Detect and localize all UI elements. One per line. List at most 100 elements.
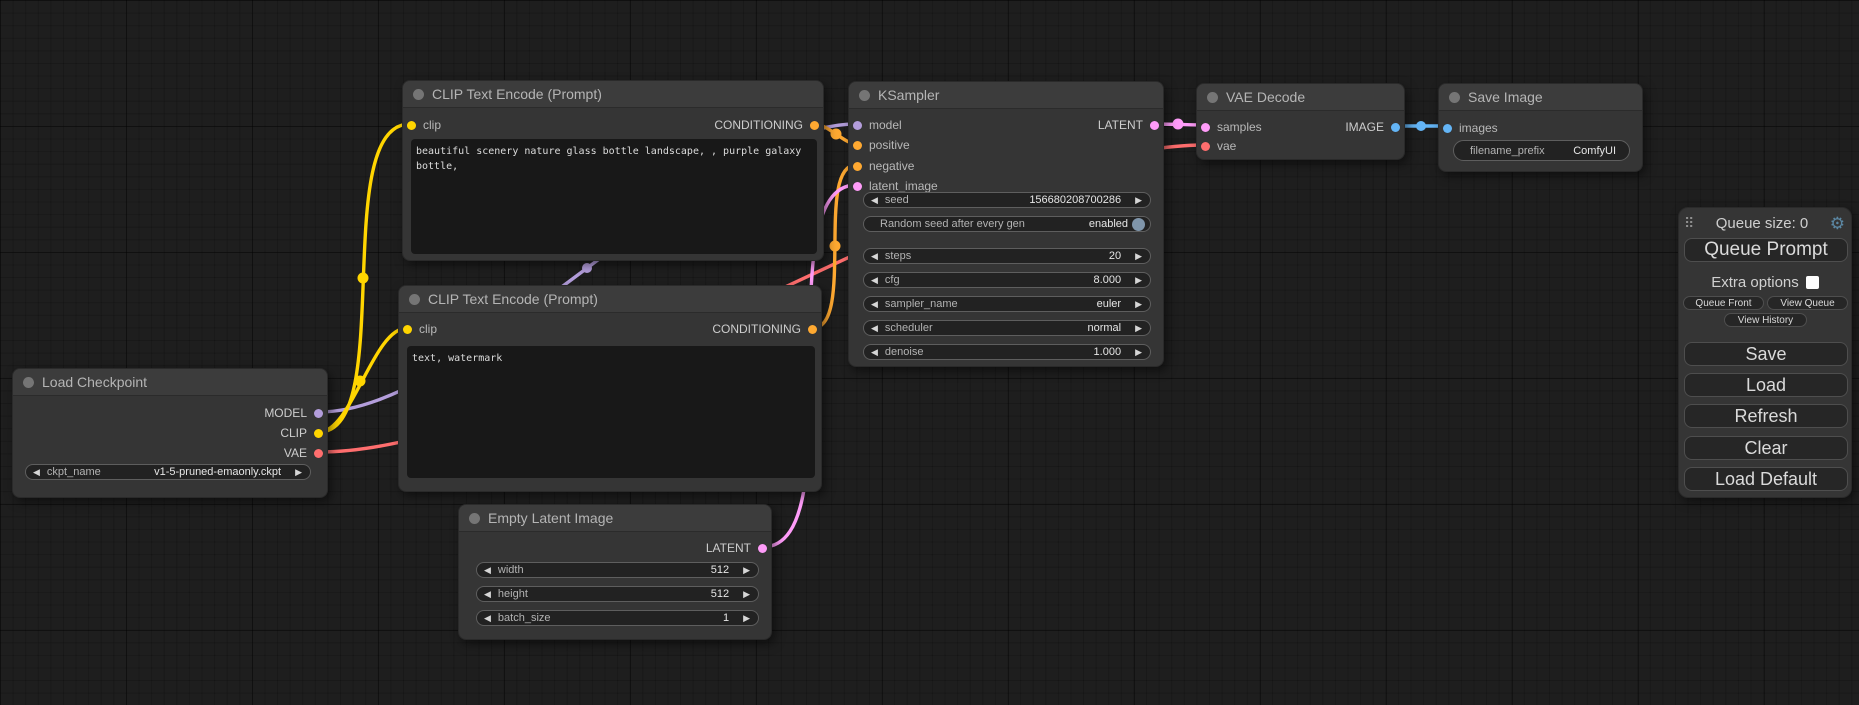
toggle-circle-icon[interactable] <box>1132 218 1145 231</box>
vae-port-icon[interactable] <box>314 449 323 458</box>
queue-front-button[interactable]: Queue Front <box>1683 296 1764 310</box>
increment-arrow-icon[interactable]: ▶ <box>1128 252 1150 261</box>
node-load-checkpoint[interactable]: Load Checkpoint MODEL CLIP VAE ◀ ckpt_na… <box>12 368 328 498</box>
latent-port-icon[interactable] <box>853 182 862 191</box>
model-port-icon[interactable] <box>314 409 323 418</box>
decrement-arrow-icon[interactable]: ◀ <box>864 324 885 333</box>
decrement-arrow-icon[interactable]: ◀ <box>864 300 885 309</box>
decrement-arrow-icon[interactable]: ◀ <box>477 566 498 575</box>
input-port-negative[interactable]: negative <box>853 159 914 173</box>
node-title-bar[interactable]: Load Checkpoint <box>13 369 327 396</box>
input-port-images[interactable]: images <box>1443 121 1498 135</box>
node-title-bar[interactable]: Save Image <box>1439 84 1642 111</box>
collapse-dot-icon[interactable] <box>1449 92 1460 103</box>
collapse-dot-icon[interactable] <box>23 377 34 388</box>
node-save-image[interactable]: Save Image images filename_prefix ComfyU… <box>1438 83 1643 172</box>
image-port-icon[interactable] <box>1391 123 1400 132</box>
decrement-arrow-icon[interactable]: ◀ <box>864 348 885 357</box>
collapse-dot-icon[interactable] <box>413 89 424 100</box>
gear-icon[interactable]: ⚙ <box>1830 215 1845 232</box>
filename-prefix-widget[interactable]: filename_prefix ComfyUI <box>1453 140 1630 161</box>
sampler-name-widget[interactable]: ◀ sampler_name euler ▶ <box>863 296 1151 312</box>
input-port-samples[interactable]: samples <box>1201 120 1262 134</box>
increment-arrow-icon[interactable]: ▶ <box>1128 300 1150 309</box>
input-port-latent-image[interactable]: latent_image <box>853 179 938 193</box>
increment-arrow-icon[interactable]: ▶ <box>288 468 310 477</box>
output-port-conditioning[interactable]: CONDITIONING <box>714 118 819 132</box>
cfg-widget[interactable]: ◀ cfg 8.000 ▶ <box>863 272 1151 288</box>
negative-prompt-textarea[interactable]: text, watermark <box>407 346 815 478</box>
ckpt-name-widget[interactable]: ◀ ckpt_name v1-5-pruned-emaonly.ckpt ▶ <box>25 464 311 480</box>
node-title-bar[interactable]: VAE Decode <box>1197 84 1404 111</box>
output-port-model[interactable]: MODEL <box>264 406 323 420</box>
node-clip-text-encode-negative[interactable]: CLIP Text Encode (Prompt) clip CONDITION… <box>398 285 822 492</box>
decrement-arrow-icon[interactable]: ◀ <box>864 276 885 285</box>
conditioning-port-icon[interactable] <box>808 325 817 334</box>
input-port-positive[interactable]: positive <box>853 138 910 152</box>
node-title-bar[interactable]: CLIP Text Encode (Prompt) <box>403 81 823 108</box>
decrement-arrow-icon[interactable]: ◀ <box>864 196 885 205</box>
decrement-arrow-icon[interactable]: ◀ <box>477 614 498 623</box>
width-widget[interactable]: ◀ width 512 ▶ <box>476 562 759 578</box>
save-button[interactable]: Save <box>1684 342 1848 366</box>
input-port-clip[interactable]: clip <box>403 322 437 336</box>
node-ksampler[interactable]: KSampler model positive negative latent_… <box>848 81 1164 367</box>
steps-widget[interactable]: ◀ steps 20 ▶ <box>863 248 1151 264</box>
node-vae-decode[interactable]: VAE Decode samples vae IMAGE <box>1196 83 1405 160</box>
output-port-image[interactable]: IMAGE <box>1345 120 1400 134</box>
random-seed-toggle-widget[interactable]: Random seed after every gen enabled <box>863 216 1151 232</box>
node-title-bar[interactable]: Empty Latent Image <box>459 505 771 532</box>
decrement-arrow-icon[interactable]: ◀ <box>864 252 885 261</box>
extra-options-checkbox[interactable] <box>1806 276 1819 289</box>
conditioning-port-icon[interactable] <box>810 121 819 130</box>
view-history-button[interactable]: View History <box>1724 313 1807 327</box>
clip-port-icon[interactable] <box>403 325 412 334</box>
collapse-dot-icon[interactable] <box>859 90 870 101</box>
latent-port-icon[interactable] <box>758 544 767 553</box>
clip-port-icon[interactable] <box>314 429 323 438</box>
node-empty-latent-image[interactable]: Empty Latent Image LATENT ◀ width 512 ▶ … <box>458 504 772 640</box>
input-port-vae[interactable]: vae <box>1201 139 1236 153</box>
increment-arrow-icon[interactable]: ▶ <box>1128 196 1150 205</box>
increment-arrow-icon[interactable]: ▶ <box>736 566 758 575</box>
output-port-latent[interactable]: LATENT <box>706 541 767 555</box>
image-port-icon[interactable] <box>1443 124 1452 133</box>
vae-port-icon[interactable] <box>1201 142 1210 151</box>
batch-size-widget[interactable]: ◀ batch_size 1 ▶ <box>476 610 759 626</box>
node-graph-canvas[interactable]: Load Checkpoint MODEL CLIP VAE ◀ ckpt_na… <box>0 0 1859 705</box>
increment-arrow-icon[interactable]: ▶ <box>736 590 758 599</box>
latent-port-icon[interactable] <box>1150 121 1159 130</box>
decrement-arrow-icon[interactable]: ◀ <box>477 590 498 599</box>
conditioning-port-icon[interactable] <box>853 162 862 171</box>
collapse-dot-icon[interactable] <box>469 513 480 524</box>
conditioning-port-icon[interactable] <box>853 141 862 150</box>
load-button[interactable]: Load <box>1684 373 1848 397</box>
scheduler-widget[interactable]: ◀ scheduler normal ▶ <box>863 320 1151 336</box>
refresh-button[interactable]: Refresh <box>1684 404 1848 428</box>
output-port-conditioning[interactable]: CONDITIONING <box>712 322 817 336</box>
decrement-arrow-icon[interactable]: ◀ <box>26 468 47 477</box>
output-port-clip[interactable]: CLIP <box>280 426 323 440</box>
node-title-bar[interactable]: KSampler <box>849 82 1163 109</box>
model-port-icon[interactable] <box>853 121 862 130</box>
queue-menu-panel[interactable]: ⠿ Queue size: 0 ⚙ Queue Prompt Extra opt… <box>1678 207 1852 498</box>
output-port-latent[interactable]: LATENT <box>1098 118 1159 132</box>
height-widget[interactable]: ◀ height 512 ▶ <box>476 586 759 602</box>
view-queue-button[interactable]: View Queue <box>1767 296 1848 310</box>
latent-port-icon[interactable] <box>1201 123 1210 132</box>
collapse-dot-icon[interactable] <box>409 294 420 305</box>
input-port-clip[interactable]: clip <box>407 118 441 132</box>
seed-widget[interactable]: ◀ seed 156680208700286 ▶ <box>863 192 1151 208</box>
increment-arrow-icon[interactable]: ▶ <box>1128 324 1150 333</box>
increment-arrow-icon[interactable]: ▶ <box>1128 276 1150 285</box>
input-port-model[interactable]: model <box>853 118 902 132</box>
queue-prompt-button[interactable]: Queue Prompt <box>1684 238 1848 262</box>
positive-prompt-textarea[interactable]: beautiful scenery nature glass bottle la… <box>411 139 817 254</box>
drag-handle-icon[interactable]: ⠿ <box>1684 215 1694 232</box>
clip-port-icon[interactable] <box>407 121 416 130</box>
node-clip-text-encode-positive[interactable]: CLIP Text Encode (Prompt) clip CONDITION… <box>402 80 824 261</box>
node-title-bar[interactable]: CLIP Text Encode (Prompt) <box>399 286 821 313</box>
load-default-button[interactable]: Load Default <box>1684 467 1848 491</box>
output-port-vae[interactable]: VAE <box>284 446 323 460</box>
increment-arrow-icon[interactable]: ▶ <box>1128 348 1150 357</box>
